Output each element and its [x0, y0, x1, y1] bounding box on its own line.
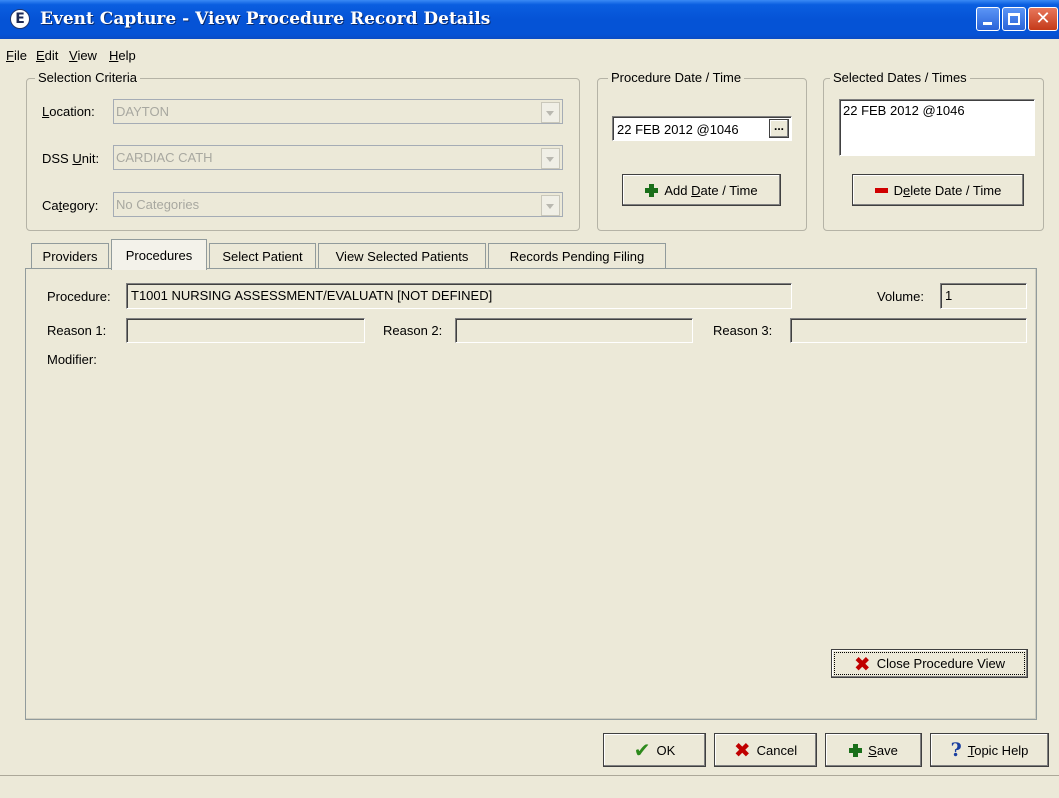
volume-label: Volume: [877, 289, 924, 304]
procedure-field[interactable]: T1001 NURSING ASSESSMENT/EVALUATN [NOT D… [126, 283, 792, 309]
procedure-label: Procedure: [47, 289, 111, 304]
location-value: DAYTON [116, 104, 169, 119]
tab-providers[interactable]: Providers [31, 243, 109, 269]
reason1-field[interactable] [126, 318, 365, 343]
topic-help-label: Topic Help [967, 742, 1029, 758]
selected-dates-list[interactable]: 22 FEB 2012 @1046 [839, 99, 1035, 156]
menu-edit[interactable]: Edit [36, 48, 58, 63]
maximize-button[interactable] [1002, 7, 1026, 31]
reason2-field[interactable] [455, 318, 693, 343]
cancel-x-icon: ✖ [733, 738, 751, 762]
category-label: Category: [42, 198, 99, 213]
delete-date-time-button[interactable]: Delete Date / Time [852, 174, 1024, 206]
dss-unit-dropdown[interactable]: CARDIAC CATH [113, 145, 563, 170]
chevron-down-icon[interactable] [541, 195, 560, 216]
procedure-datetime-title: Procedure Date / Time [608, 70, 745, 85]
chevron-down-icon[interactable] [541, 102, 560, 123]
tab-view-selected-patients[interactable]: View Selected Patients [318, 243, 486, 269]
tab-records-pending-filing[interactable]: Records Pending Filing [488, 243, 666, 269]
app-icon: E [10, 9, 30, 29]
window-title: Event Capture - View Procedure Record De… [40, 9, 491, 29]
menu-help[interactable]: Help [109, 48, 136, 63]
topic-help-button[interactable]: ? Topic Help [930, 733, 1049, 767]
menu-file[interactable]: File [6, 48, 27, 63]
modifier-label: Modifier: [47, 352, 97, 367]
add-date-time-button[interactable]: Add Date / Time [622, 174, 781, 206]
cancel-label: Cancel [756, 742, 798, 758]
location-label: Location: [42, 104, 95, 119]
save-label: Save [868, 742, 898, 758]
minimize-button[interactable] [976, 7, 1000, 31]
chevron-down-icon[interactable] [541, 148, 560, 169]
procedure-value: T1001 NURSING ASSESSMENT/EVALUATN [NOT D… [131, 288, 493, 303]
volume-value: 1 [945, 288, 953, 303]
help-question-icon: ? [950, 739, 962, 761]
minus-icon [874, 187, 888, 193]
delete-date-time-label: Delete Date / Time [893, 182, 1002, 198]
menu-bar: File Edit View Help [0, 44, 1059, 66]
dss-unit-value: CARDIAC CATH [116, 150, 213, 165]
category-dropdown[interactable]: No Categories [113, 192, 563, 217]
reason3-field[interactable] [790, 318, 1027, 343]
add-date-time-label: Add Date / Time [664, 182, 758, 198]
status-bar [0, 775, 1059, 798]
procedure-datetime-group: Procedure Date / Time [597, 70, 807, 231]
ok-label: OK [656, 742, 676, 758]
reason3-label: Reason 3: [713, 323, 773, 338]
reason1-label: Reason 1: [47, 323, 107, 338]
datetime-browse-button[interactable]: ... [769, 119, 789, 138]
checkmark-icon: ✔ [633, 738, 651, 762]
selected-dates-title: Selected Dates / Times [830, 70, 970, 85]
dss-unit-label: DSS Unit: [42, 151, 100, 166]
close-procedure-view-label: Close Procedure View [876, 656, 1006, 671]
procedure-datetime-field[interactable]: 22 FEB 2012 @1046 ... [612, 116, 792, 141]
save-button[interactable]: Save [825, 733, 922, 767]
close-button[interactable]: ✕ [1028, 7, 1058, 31]
close-procedure-view-button[interactable]: ✖ Close Procedure View [831, 649, 1028, 678]
plus-icon [849, 743, 863, 757]
volume-field[interactable]: 1 [940, 283, 1027, 309]
menu-view[interactable]: View [69, 48, 97, 63]
category-value: No Categories [116, 197, 200, 212]
location-dropdown[interactable]: DAYTON [113, 99, 563, 124]
tab-select-patient[interactable]: Select Patient [209, 243, 316, 269]
list-item[interactable]: 22 FEB 2012 @1046 [843, 103, 965, 118]
tab-procedures[interactable]: Procedures [111, 239, 207, 270]
reason2-label: Reason 2: [383, 323, 443, 338]
close-x-icon: ✖ [853, 651, 871, 676]
cancel-button[interactable]: ✖ Cancel [714, 733, 817, 767]
plus-icon [645, 183, 659, 197]
selection-criteria-title: Selection Criteria [35, 70, 140, 85]
title-bar[interactable]: E Event Capture - View Procedure Record … [0, 0, 1059, 39]
ok-button[interactable]: ✔ OK [603, 733, 706, 767]
procedure-datetime-value: 22 FEB 2012 @1046 [617, 122, 739, 137]
